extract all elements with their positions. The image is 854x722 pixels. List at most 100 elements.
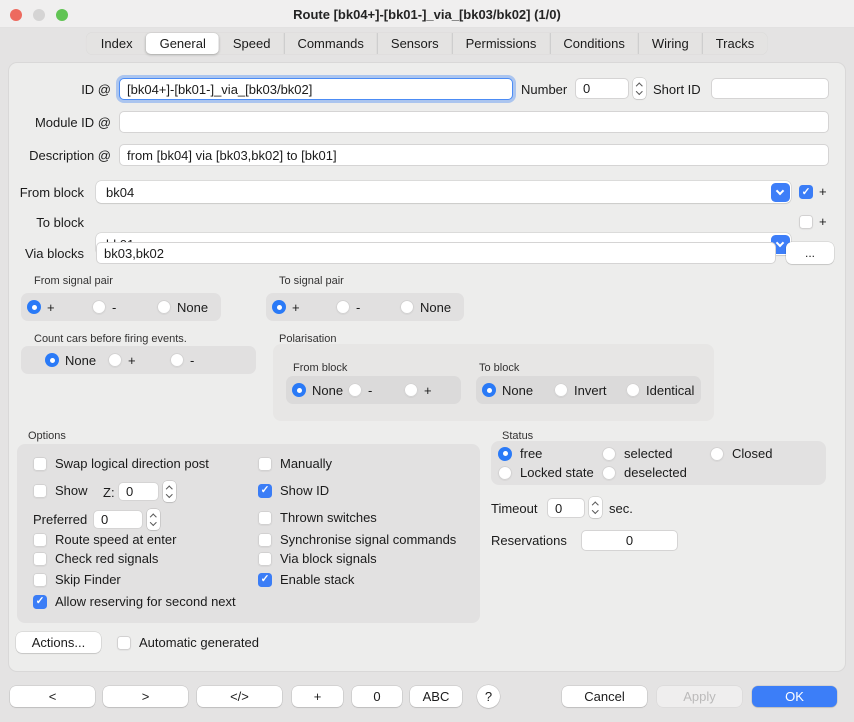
description-label: Description @: [9, 148, 111, 163]
timeout-stepper[interactable]: [589, 497, 602, 518]
ok-button[interactable]: OK: [752, 686, 837, 707]
timeout-input[interactable]: 0: [547, 498, 585, 518]
checkbox: [33, 595, 47, 609]
radio-option[interactable]: +: [404, 383, 432, 398]
tab-conditions[interactable]: Conditions: [549, 33, 637, 54]
zero-button[interactable]: 0: [352, 686, 402, 707]
radio-option[interactable]: -: [336, 300, 400, 315]
reservations-label: Reservations: [491, 533, 567, 548]
id-input[interactable]: [bk04+]-[bk01-]_via_[bk03/bk02]: [119, 78, 513, 100]
from-block-plus-checkbox[interactable]: [799, 185, 813, 199]
tab-sensors[interactable]: Sensors: [377, 33, 452, 54]
tab-index[interactable]: Index: [87, 33, 146, 54]
reservations-input[interactable]: 0: [581, 530, 678, 551]
chevron-down-icon[interactable]: [771, 183, 790, 202]
options-box: Swap logical direction post Show Z: 0 Pr…: [17, 444, 480, 623]
route-speed-row[interactable]: Route speed at enter: [33, 532, 176, 547]
polarisation-from-label: From block: [293, 362, 347, 374]
automatic-generated-row[interactable]: Automatic generated: [117, 635, 259, 650]
checkbox: [258, 573, 272, 587]
number-input[interactable]: 0: [575, 78, 629, 99]
z-label: Z:: [103, 485, 115, 500]
short-id-input[interactable]: [711, 78, 829, 99]
status-free[interactable]: free: [498, 446, 542, 461]
synchronise-signal-row[interactable]: Synchronise signal commands: [258, 532, 456, 547]
radio-option[interactable]: None: [157, 300, 208, 315]
description-input[interactable]: from [bk04] via [bk03,bk02] to [bk01]: [119, 144, 829, 166]
radio-option[interactable]: None: [482, 383, 554, 398]
radio-option[interactable]: -: [170, 353, 194, 368]
preferred-stepper[interactable]: [147, 509, 160, 530]
checkbox: [258, 484, 272, 498]
help-button[interactable]: ?: [477, 685, 500, 708]
nav-next-button[interactable]: >: [103, 686, 188, 707]
tab-commands[interactable]: Commands: [283, 33, 376, 54]
add-button[interactable]: +: [292, 686, 343, 707]
checkbox: [33, 552, 47, 566]
to-block-plus-checkbox[interactable]: [799, 215, 813, 229]
skip-finder-row[interactable]: Skip Finder: [33, 572, 121, 587]
radio-option[interactable]: None: [400, 300, 451, 315]
check-red-signals-row[interactable]: Check red signals: [33, 551, 158, 566]
radio-option[interactable]: +: [27, 300, 92, 315]
radio-option[interactable]: +: [108, 353, 170, 368]
title-bar: Route [bk04+]-[bk01-]_via_[bk03/bk02] (1…: [0, 0, 854, 28]
z-input[interactable]: 0: [118, 482, 159, 501]
via-blocks-browse-button[interactable]: ...: [786, 242, 834, 264]
radio-option[interactable]: -: [348, 383, 404, 398]
status-box: free selected Closed Locked state desele…: [491, 441, 826, 485]
from-signal-pair-group: + - None: [21, 293, 221, 321]
radio-option[interactable]: +: [272, 300, 336, 315]
actions-button[interactable]: Actions...: [16, 632, 101, 653]
timeout-label: Timeout: [491, 501, 537, 516]
radio-option[interactable]: Identical: [626, 383, 694, 398]
tab-wiring[interactable]: Wiring: [638, 33, 702, 54]
radio-option[interactable]: -: [92, 300, 157, 315]
enable-stack-row[interactable]: Enable stack: [258, 572, 354, 587]
from-block-plus-label: +: [819, 184, 827, 199]
to-signal-pair-group: + - None: [266, 293, 464, 321]
thrown-switches-row[interactable]: Thrown switches: [258, 510, 377, 525]
number-stepper[interactable]: [633, 78, 646, 99]
via-block-signals-row[interactable]: Via block signals: [258, 551, 377, 566]
status-selected[interactable]: selected: [602, 446, 672, 461]
tab-general[interactable]: General: [146, 33, 219, 54]
from-block-combo[interactable]: bk04: [96, 181, 791, 203]
tab-bar: Index General Speed Commands Sensors Per…: [86, 32, 768, 55]
apply-button[interactable]: Apply: [657, 686, 742, 707]
general-tab-panel: ID @ [bk04+]-[bk01-]_via_[bk03/bk02] Num…: [8, 62, 846, 672]
stepper-down-icon: [636, 88, 642, 94]
tab-speed[interactable]: Speed: [219, 33, 284, 54]
to-block-plus-label: +: [819, 214, 827, 229]
status-locked-state[interactable]: Locked state: [498, 465, 594, 480]
xml-view-button[interactable]: </>: [197, 686, 282, 707]
count-cars-label: Count cars before firing events.: [34, 333, 187, 345]
cancel-button[interactable]: Cancel: [562, 686, 647, 707]
to-block-label: To block: [9, 215, 84, 230]
preferred-input[interactable]: 0: [93, 510, 143, 529]
tab-tracks[interactable]: Tracks: [702, 33, 768, 54]
checkbox: [258, 533, 272, 547]
radio-option[interactable]: None: [45, 353, 108, 368]
show-id-row[interactable]: Show ID: [258, 483, 329, 498]
count-cars-group: None + -: [21, 346, 256, 374]
module-id-input[interactable]: [119, 111, 829, 133]
via-blocks-input[interactable]: bk03,bk02: [96, 242, 776, 264]
checkbox: [33, 573, 47, 587]
status-deselected[interactable]: deselected: [602, 465, 687, 480]
allow-reserving-row[interactable]: Allow reserving for second next: [33, 594, 236, 609]
status-closed[interactable]: Closed: [710, 446, 772, 461]
abc-button[interactable]: ABC: [410, 686, 462, 707]
route-properties-dialog: Route [bk04+]-[bk01-]_via_[bk03/bk02] (1…: [0, 0, 854, 722]
radio-option[interactable]: Invert: [554, 383, 626, 398]
swap-logical-direction-row[interactable]: Swap logical direction post: [33, 456, 209, 471]
manually-row[interactable]: Manually: [258, 456, 332, 471]
show-row[interactable]: Show: [33, 483, 88, 498]
number-label: Number: [521, 82, 567, 97]
nav-previous-button[interactable]: <: [10, 686, 95, 707]
checkbox: [33, 484, 47, 498]
tab-permissions[interactable]: Permissions: [452, 33, 550, 54]
z-stepper[interactable]: [163, 481, 176, 502]
to-signal-pair-label: To signal pair: [279, 275, 344, 287]
radio-option[interactable]: None: [292, 383, 348, 398]
